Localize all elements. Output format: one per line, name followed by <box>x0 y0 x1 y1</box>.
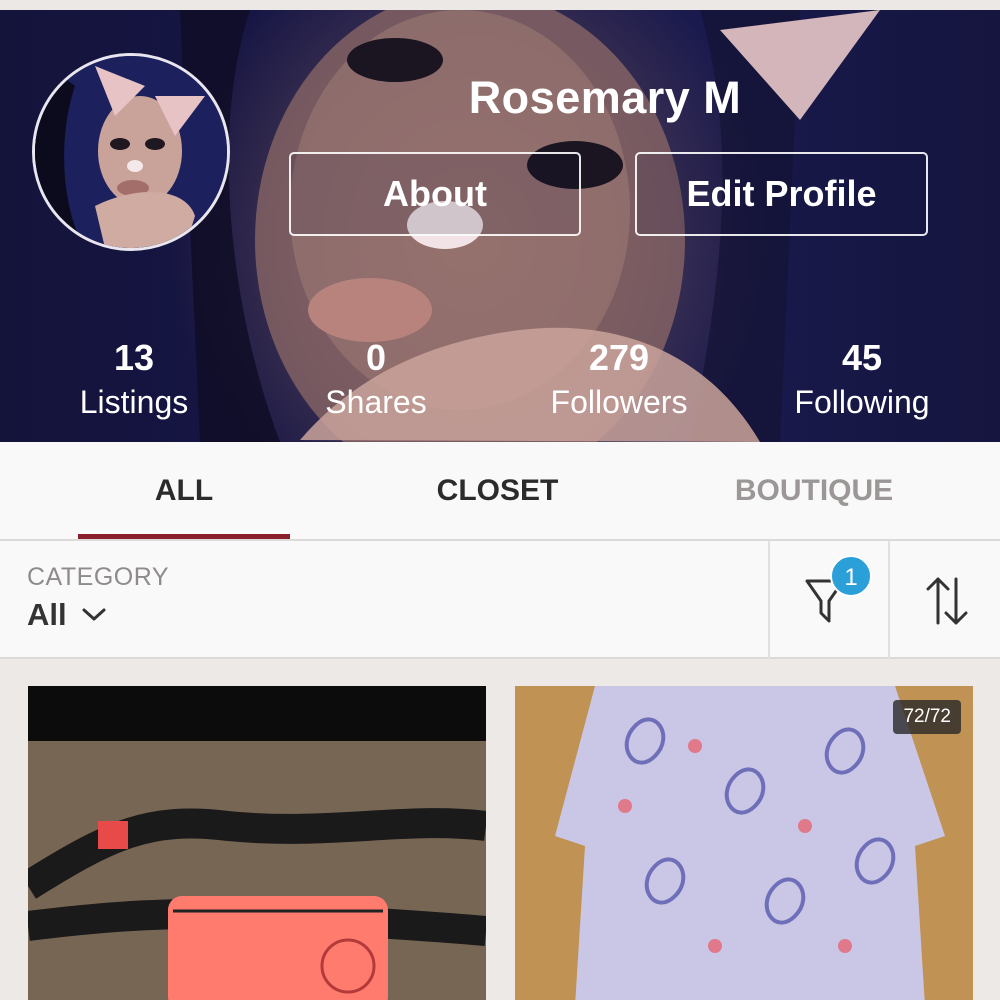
sort-button[interactable] <box>890 541 1000 659</box>
sort-arrows-icon <box>926 577 968 625</box>
tab-boutique[interactable]: BOUTIQUE <box>700 442 928 539</box>
status-strip <box>0 0 1000 10</box>
stat-label: Listings <box>79 384 189 420</box>
listing-card[interactable] <box>28 686 486 1000</box>
avatar[interactable] <box>32 53 230 251</box>
stat-value: 279 <box>588 337 650 378</box>
stat-listings[interactable]: 13 Listings <box>14 336 254 421</box>
filter-count-badge: 1 <box>830 555 872 597</box>
filter-button[interactable] <box>770 541 888 659</box>
stat-followers[interactable]: 279 Followers <box>499 336 739 421</box>
filter-icon <box>805 579 845 623</box>
listing-photo <box>28 686 486 1000</box>
category-dropdown[interactable]: All <box>27 597 107 633</box>
profile-name: Rosemary M <box>468 72 742 123</box>
photo-counter: 72/72 <box>893 700 961 734</box>
stat-label: Shares <box>325 384 427 420</box>
closet-tabs: ALL CLOSET BOUTIQUE <box>0 442 1000 541</box>
stat-value: 45 <box>841 337 883 378</box>
chevron-down-icon <box>82 608 106 621</box>
stat-shares[interactable]: 0 Shares <box>256 336 496 421</box>
about-button[interactable]: About <box>289 152 581 236</box>
edit-profile-button[interactable]: Edit Profile <box>635 152 928 236</box>
category-value: All <box>27 597 67 632</box>
stat-following[interactable]: 45 Following <box>742 336 982 421</box>
category-label: CATEGORY <box>27 563 169 591</box>
profile-header: Rosemary M About Edit Profile 13 Listing… <box>0 10 1000 442</box>
listing-card[interactable]: 72/72 <box>515 686 973 1000</box>
active-tab-indicator <box>78 534 290 539</box>
stat-label: Followers <box>550 384 688 420</box>
stat-value: 0 <box>365 337 387 378</box>
tab-closet[interactable]: CLOSET <box>390 442 605 539</box>
stat-value: 13 <box>113 337 155 378</box>
stat-label: Following <box>794 384 930 420</box>
tab-all[interactable]: ALL <box>78 442 290 539</box>
avatar-image <box>35 56 227 248</box>
